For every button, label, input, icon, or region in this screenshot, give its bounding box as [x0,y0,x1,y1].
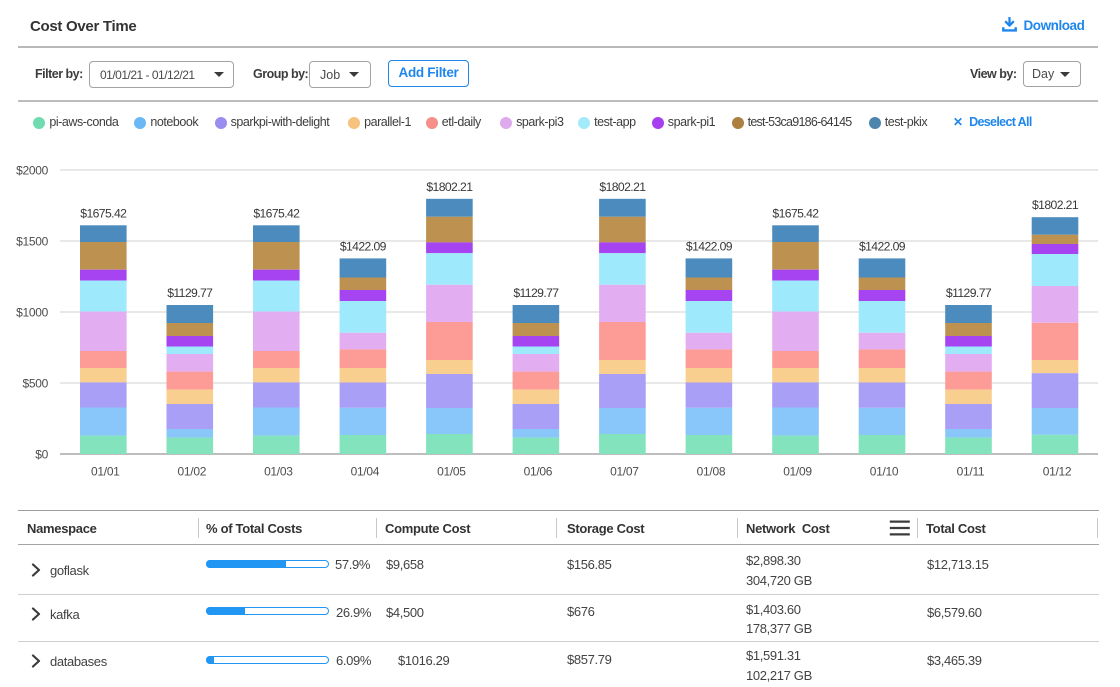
svg-text:01/09: 01/09 [783,464,812,478]
svg-text:01/08: 01/08 [697,464,726,478]
svg-text:$1422.09: $1422.09 [686,239,733,253]
svg-text:01/04: 01/04 [351,464,380,478]
svg-text:$2000: $2000 [16,164,48,178]
svg-text:$1675.42: $1675.42 [253,206,300,220]
svg-text:$1422.09: $1422.09 [859,239,906,253]
svg-text:01/07: 01/07 [610,464,639,478]
svg-text:01/11: 01/11 [957,464,985,478]
svg-text:01/05: 01/05 [437,464,466,478]
svg-text:$1129.77: $1129.77 [167,286,213,300]
svg-text:$1675.42: $1675.42 [772,206,819,220]
svg-text:01/01: 01/01 [91,464,120,478]
svg-text:01/02: 01/02 [178,464,207,478]
svg-text:$1802.21: $1802.21 [599,180,646,194]
svg-text:$1802.21: $1802.21 [426,180,473,194]
svg-text:01/06: 01/06 [524,464,553,478]
svg-text:01/12: 01/12 [1043,464,1072,478]
svg-text:$0: $0 [35,448,48,462]
svg-text:$1129.77: $1129.77 [946,286,992,300]
svg-text:$500: $500 [23,377,49,391]
svg-text:$1000: $1000 [16,306,48,320]
svg-text:$1802.21: $1802.21 [1032,198,1079,212]
svg-text:$1675.42: $1675.42 [80,206,127,220]
svg-text:$1129.77: $1129.77 [513,286,559,300]
svg-text:$1422.09: $1422.09 [340,239,387,253]
svg-text:01/10: 01/10 [870,464,899,478]
svg-text:01/03: 01/03 [264,464,293,478]
svg-text:$1500: $1500 [16,235,48,249]
